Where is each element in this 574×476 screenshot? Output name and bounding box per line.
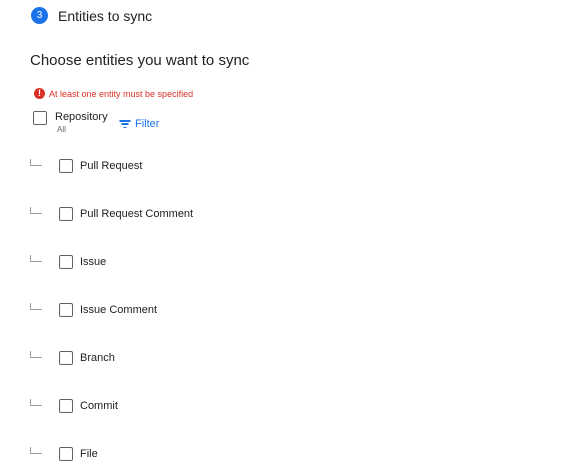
filter-label: Filter <box>135 118 160 130</box>
entity-row-pull-request: Pull Request <box>30 158 142 174</box>
entity-label: Pull Request Comment <box>80 208 194 220</box>
entity-label: Branch <box>80 352 115 364</box>
repository-checkbox[interactable] <box>33 111 47 125</box>
entity-row-branch: Branch <box>30 350 115 366</box>
step-header: 3 Entities to sync <box>31 7 152 24</box>
tree-connector <box>30 207 42 214</box>
error-icon: ! <box>34 88 45 99</box>
entity-row-file: File <box>30 446 98 462</box>
tree-connector <box>30 255 42 262</box>
tree-connector <box>30 447 42 454</box>
file-checkbox[interactable] <box>59 447 73 461</box>
section-title: Choose entities you want to sync <box>30 52 250 69</box>
pull-request-checkbox[interactable] <box>59 159 73 173</box>
entity-row-pull-request-comment: Pull Request Comment <box>30 206 193 222</box>
tree-connector <box>30 399 42 406</box>
entity-row-issue-comment: Issue Comment <box>30 302 157 318</box>
entity-label: Issue Comment <box>80 304 158 316</box>
filter-icon <box>119 120 130 128</box>
repository-text: Repository All <box>55 110 108 136</box>
step-number-badge: 3 <box>31 7 48 24</box>
tree-connector <box>30 303 42 310</box>
entity-label: Commit <box>80 400 118 412</box>
step-title: Entities to sync <box>58 7 153 24</box>
repository-row: Repository All <box>33 110 108 136</box>
entity-label: Issue <box>80 256 107 268</box>
tree-connector <box>30 351 42 358</box>
error-message: ! At least one entity must be specified <box>34 88 193 99</box>
issue-comment-checkbox[interactable] <box>59 303 73 317</box>
repository-sublabel: All <box>57 125 66 134</box>
entity-row-issue: Issue <box>30 254 106 270</box>
pull-request-comment-checkbox[interactable] <box>59 207 73 221</box>
commit-checkbox[interactable] <box>59 399 73 413</box>
issue-checkbox[interactable] <box>59 255 73 269</box>
branch-checkbox[interactable] <box>59 351 73 365</box>
filter-button[interactable]: Filter <box>119 118 159 130</box>
repository-label: Repository <box>55 111 108 123</box>
tree-connector <box>30 159 42 166</box>
entity-label: Pull Request <box>80 160 143 172</box>
error-text: At least one entity must be specified <box>49 88 194 99</box>
entity-row-commit: Commit <box>30 398 118 414</box>
entity-label: File <box>80 448 98 460</box>
